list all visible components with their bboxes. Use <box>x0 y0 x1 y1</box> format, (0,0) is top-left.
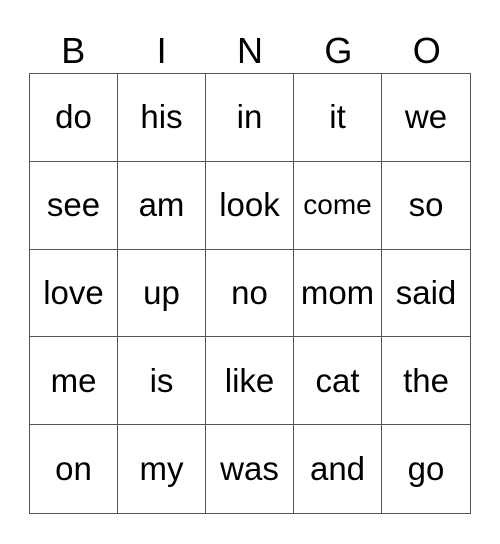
bingo-cell: go <box>407 450 445 488</box>
bingo-cell: was <box>206 425 294 513</box>
bingo-cell: see <box>30 161 118 250</box>
bingo-header: B I N G O <box>29 28 471 73</box>
bingo-cell: look <box>206 161 294 250</box>
bingo-cell: on <box>30 425 118 513</box>
bingo-cell: love <box>30 249 118 338</box>
bingo-cell: like <box>206 337 294 426</box>
bingo-cell: in <box>206 74 294 162</box>
bingo-cell: my <box>118 425 206 513</box>
bingo-cell: it <box>294 74 382 162</box>
bingo-cell: and <box>294 425 382 513</box>
bingo-grid: do his in it we see am look come so love… <box>29 73 471 514</box>
bingo-cell: come <box>294 161 382 250</box>
bingo-cell: do <box>30 74 118 162</box>
header-letter-o: O <box>412 30 441 71</box>
bingo-cell: we <box>382 74 470 162</box>
bingo-cell: cat <box>294 337 382 426</box>
bingo-cell: mom <box>294 249 382 338</box>
bingo-cell: so <box>382 162 470 250</box>
bingo-cell: said <box>382 250 470 338</box>
bingo-cell: up <box>118 249 206 338</box>
bingo-cell: the <box>382 337 470 426</box>
header-letter-g: G <box>324 30 353 71</box>
bingo-cell: me <box>30 337 118 426</box>
bingo-cell: no <box>206 249 294 338</box>
header-letter-i: I <box>156 30 167 71</box>
header-letter-n: N <box>236 30 263 71</box>
header-letter-b: B <box>61 30 86 71</box>
bingo-cell: is <box>118 337 206 426</box>
bingo-cell: am <box>118 161 206 250</box>
bingo-cell: his <box>118 74 206 162</box>
